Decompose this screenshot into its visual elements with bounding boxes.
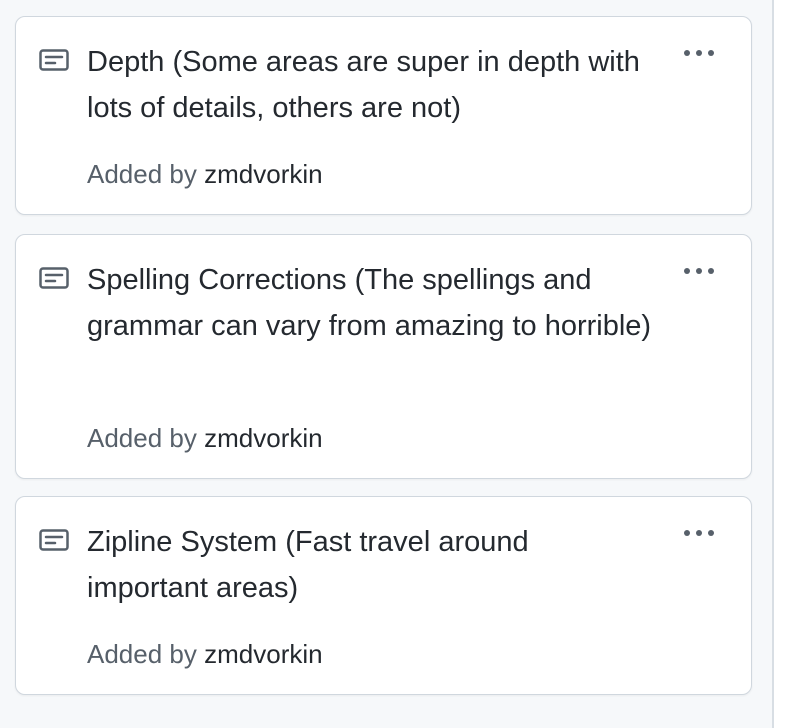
note-meta: Added by zmdvorkin xyxy=(87,422,323,454)
card-menu-button[interactable] xyxy=(676,515,722,551)
note-card[interactable]: Depth (Some areas are super in depth wit… xyxy=(15,16,752,215)
added-by-label: Added by xyxy=(87,639,197,669)
note-title: Zipline System (Fast travel around impor… xyxy=(87,526,529,604)
note-meta: Added by zmdvorkin xyxy=(87,638,323,670)
kebab-horizontal-icon xyxy=(684,530,714,536)
adjacent-column-edge xyxy=(774,0,786,728)
added-by-label: Added by xyxy=(87,423,197,453)
note-meta: Added by zmdvorkin xyxy=(87,158,323,190)
note-title: Depth (Some areas are super in depth wit… xyxy=(87,46,640,124)
kebab-horizontal-icon xyxy=(684,268,714,274)
note-icon xyxy=(39,529,69,551)
card-menu-button[interactable] xyxy=(676,253,722,289)
added-by-label: Added by xyxy=(87,159,197,189)
kebab-horizontal-icon xyxy=(684,50,714,56)
author-link[interactable]: zmdvorkin xyxy=(204,423,322,453)
note-card[interactable]: Spelling Corrections (The spellings and … xyxy=(15,234,752,479)
note-icon xyxy=(39,267,69,289)
card-menu-button[interactable] xyxy=(676,35,722,71)
note-title: Spelling Corrections (The spellings and … xyxy=(87,264,652,342)
project-column: Depth (Some areas are super in depth wit… xyxy=(0,0,772,728)
author-link[interactable]: zmdvorkin xyxy=(204,159,322,189)
note-icon xyxy=(39,49,69,71)
author-link[interactable]: zmdvorkin xyxy=(204,639,322,669)
note-card[interactable]: Zipline System (Fast travel around impor… xyxy=(15,496,752,695)
